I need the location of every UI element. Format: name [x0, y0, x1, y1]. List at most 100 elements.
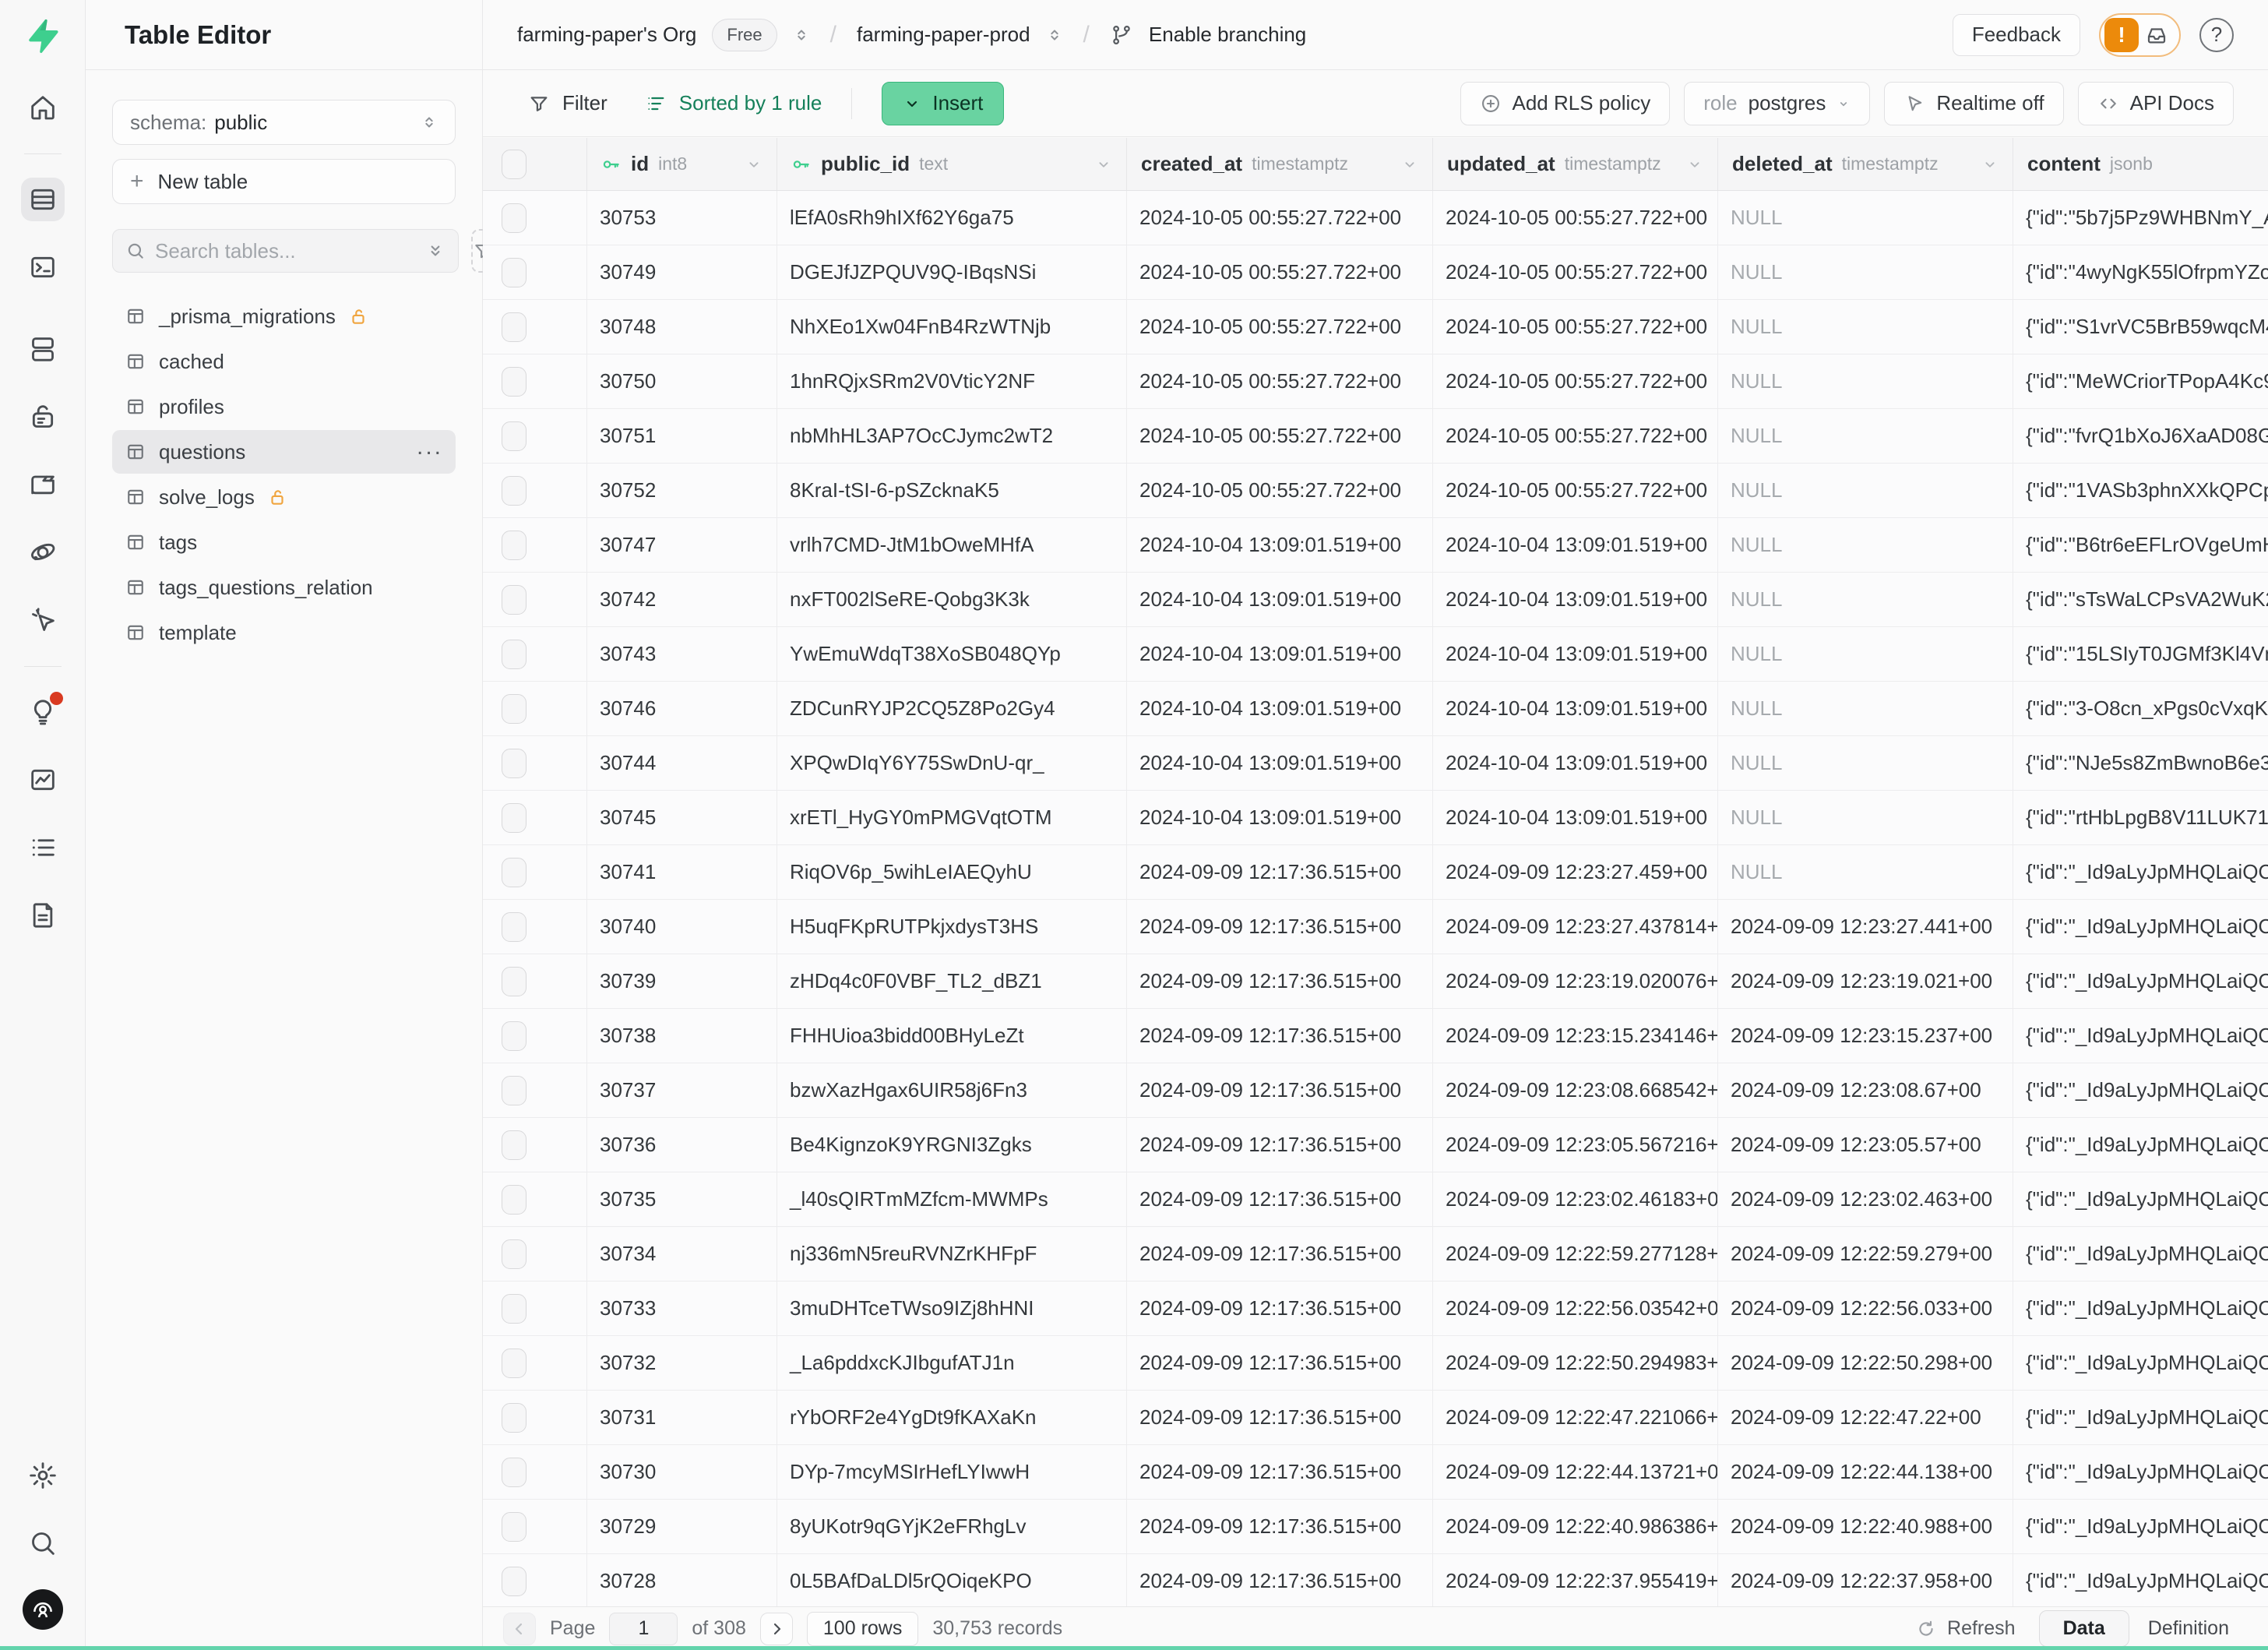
storage-icon[interactable]	[21, 463, 65, 506]
row-checkbox[interactable]	[502, 258, 526, 287]
cell-public-id[interactable]: nxFT002lSeRE-Qobg3K3k	[777, 573, 1127, 626]
row-checkbox[interactable]	[502, 367, 526, 397]
cell-created-at[interactable]: 2024-10-04 13:09:01.519+00	[1127, 573, 1433, 626]
cell-updated-at[interactable]: 2024-09-09 12:23:02.46183+00	[1433, 1172, 1718, 1226]
table-row[interactable]: 30730 DYp-7mcyMSIrHefLYIwwH 2024-09-09 1…	[483, 1445, 2268, 1500]
cell-updated-at[interactable]: 2024-09-09 12:22:40.986386+00	[1433, 1500, 1718, 1553]
cell-public-id[interactable]: 0L5BAfDaLDl5rQOiqeKPO	[777, 1554, 1127, 1606]
search-tables-input[interactable]	[155, 239, 416, 263]
cell-content[interactable]: {"id":"1VASb3phnXXkQPCpv	[2013, 464, 2268, 517]
cell-created-at[interactable]: 2024-09-09 12:17:36.515+00	[1127, 1063, 1433, 1117]
row-checkbox[interactable]	[502, 476, 526, 506]
enable-branching-button[interactable]: Enable branching	[1149, 23, 1306, 47]
home-icon[interactable]	[21, 86, 65, 129]
sql-editor-icon[interactable]	[21, 245, 65, 289]
cell-content[interactable]: {"id":"fvrQ1bXoJ6XaAD08G	[2013, 409, 2268, 463]
cell-content[interactable]: {"id":"_Id9aLyJpMHQLaiQC	[2013, 900, 2268, 954]
cell-public-id[interactable]: 3muDHTceTWso9IZj8hHNI	[777, 1282, 1127, 1335]
auth-icon[interactable]	[21, 395, 65, 439]
column-header[interactable]: content jsonb	[2013, 138, 2268, 190]
cell-created-at[interactable]: 2024-10-04 13:09:01.519+00	[1127, 627, 1433, 681]
cell-created-at[interactable]: 2024-09-09 12:17:36.515+00	[1127, 1009, 1433, 1063]
cell-deleted-at[interactable]: NULL	[1718, 845, 2013, 899]
cell-id[interactable]: 30731	[587, 1391, 777, 1444]
cell-public-id[interactable]: zHDq4c0F0VBF_TL2_dBZ1	[777, 954, 1127, 1008]
cell-created-at[interactable]: 2024-10-05 00:55:27.722+00	[1127, 245, 1433, 299]
row-checkbox[interactable]	[502, 1294, 526, 1324]
cell-deleted-at[interactable]: 2024-09-09 12:22:44.138+00	[1718, 1445, 2013, 1499]
cell-public-id[interactable]: RiqOV6p_5wihLeIAEQyhU	[777, 845, 1127, 899]
cell-updated-at[interactable]: 2024-09-09 12:23:05.567216+00	[1433, 1118, 1718, 1172]
row-checkbox[interactable]	[502, 1021, 526, 1051]
org-name[interactable]: farming-paper's Org	[517, 23, 696, 47]
row-checkbox[interactable]	[502, 858, 526, 887]
cell-public-id[interactable]: YwEmuWdqT38XoSB048QYp	[777, 627, 1127, 681]
cell-deleted-at[interactable]: 2024-09-09 12:23:08.67+00	[1718, 1063, 2013, 1117]
cell-updated-at[interactable]: 2024-09-09 12:23:08.668542+00	[1433, 1063, 1718, 1117]
cell-deleted-at[interactable]: 2024-09-09 12:23:05.57+00	[1718, 1118, 2013, 1172]
cell-content[interactable]: {"id":"_Id9aLyJpMHQLaiQC	[2013, 1500, 2268, 1553]
chevrons-down-icon[interactable]	[425, 241, 446, 261]
cell-content[interactable]: {"id":"4wyNgK55lOfrpmYZo	[2013, 245, 2268, 299]
cell-content[interactable]: {"id":"_Id9aLyJpMHQLaiQC	[2013, 1227, 2268, 1281]
cell-created-at[interactable]: 2024-09-09 12:17:36.515+00	[1127, 1227, 1433, 1281]
column-header[interactable]: deleted_at timestamptz	[1718, 138, 2013, 190]
cell-public-id[interactable]: DYp-7mcyMSIrHefLYIwwH	[777, 1445, 1127, 1499]
cell-created-at[interactable]: 2024-10-05 00:55:27.722+00	[1127, 409, 1433, 463]
cell-id[interactable]: 30736	[587, 1118, 777, 1172]
cell-id[interactable]: 30752	[587, 464, 777, 517]
cell-public-id[interactable]: _La6pddxcKJIbgufATJ1n	[777, 1336, 1127, 1390]
column-menu-chevron-icon[interactable]	[1401, 156, 1418, 173]
table-row[interactable]: 30748 NhXEo1Xw04FnB4RzWTNjb 2024-10-05 0…	[483, 300, 2268, 354]
table-row[interactable]: 30746 ZDCunRYJP2CQ5Z8Po2Gy4 2024-10-04 1…	[483, 682, 2268, 736]
table-row[interactable]: 30733 3muDHTceTWso9IZj8hHNI 2024-09-09 1…	[483, 1282, 2268, 1336]
cell-public-id[interactable]: Be4KignzoK9YRGNI3Zgks	[777, 1118, 1127, 1172]
cell-created-at[interactable]: 2024-09-09 12:17:36.515+00	[1127, 954, 1433, 1008]
filter-button[interactable]: Filter	[528, 91, 608, 115]
cell-id[interactable]: 30743	[587, 627, 777, 681]
row-checkbox[interactable]	[502, 531, 526, 560]
cell-deleted-at[interactable]: NULL	[1718, 245, 2013, 299]
table-editor-icon[interactable]	[21, 178, 65, 221]
cell-created-at[interactable]: 2024-09-09 12:17:36.515+00	[1127, 900, 1433, 954]
rows-per-page-button[interactable]: 100 rows	[807, 1612, 918, 1646]
cell-id[interactable]: 30741	[587, 845, 777, 899]
cell-updated-at[interactable]: 2024-09-09 12:22:37.955419+00	[1433, 1554, 1718, 1606]
table-row[interactable]: 30739 zHDq4c0F0VBF_TL2_dBZ1 2024-09-09 1…	[483, 954, 2268, 1009]
row-checkbox[interactable]	[502, 912, 526, 942]
cell-id[interactable]: 30730	[587, 1445, 777, 1499]
cell-deleted-at[interactable]: NULL	[1718, 300, 2013, 354]
realtime-icon[interactable]	[21, 598, 65, 642]
cell-deleted-at[interactable]: 2024-09-09 12:22:37.958+00	[1718, 1554, 2013, 1606]
cell-deleted-at[interactable]: NULL	[1718, 791, 2013, 844]
cell-updated-at[interactable]: 2024-09-09 12:23:15.234146+00	[1433, 1009, 1718, 1063]
row-checkbox[interactable]	[502, 1185, 526, 1215]
next-page-button[interactable]	[760, 1613, 793, 1645]
cell-id[interactable]: 30739	[587, 954, 777, 1008]
project-name[interactable]: farming-paper-prod	[857, 23, 1030, 47]
cell-deleted-at[interactable]: 2024-09-09 12:23:02.463+00	[1718, 1172, 2013, 1226]
cell-deleted-at[interactable]: NULL	[1718, 627, 2013, 681]
cell-updated-at[interactable]: 2024-10-05 00:55:27.722+00	[1433, 409, 1718, 463]
column-menu-chevron-icon[interactable]	[1095, 156, 1112, 173]
row-checkbox[interactable]	[502, 749, 526, 778]
table-row[interactable]: 30749 DGEJfJZPQUV9Q-IBqsNSi 2024-10-05 0…	[483, 245, 2268, 300]
cell-content[interactable]: {"id":"NJe5s8ZmBwnoB6e3s	[2013, 736, 2268, 790]
table-row[interactable]: 30747 vrlh7CMD-JtM1bOweMHfA 2024-10-04 1…	[483, 518, 2268, 573]
column-menu-chevron-icon[interactable]	[1686, 156, 1703, 173]
user-avatar[interactable]	[23, 1589, 63, 1630]
cell-public-id[interactable]: bzwXazHgax6UIR58j6Fn3	[777, 1063, 1127, 1117]
cell-content[interactable]: {"id":"3-O8cn_xPgs0cVxqKB	[2013, 682, 2268, 735]
table-row[interactable]: 30732 _La6pddxcKJIbgufATJ1n 2024-09-09 1…	[483, 1336, 2268, 1391]
sidebar-table-item[interactable]: profiles	[112, 385, 456, 428]
column-header[interactable]: updated_at timestamptz	[1433, 138, 1718, 190]
cell-updated-at[interactable]: 2024-09-09 12:23:27.437814+00	[1433, 900, 1718, 954]
cell-updated-at[interactable]: 2024-10-04 13:09:01.519+00	[1433, 682, 1718, 735]
table-row[interactable]: 30742 nxFT002lSeRE-Qobg3K3k 2024-10-04 1…	[483, 573, 2268, 627]
row-checkbox[interactable]	[502, 1130, 526, 1160]
cell-id[interactable]: 30740	[587, 900, 777, 954]
cell-content[interactable]: {"id":"_Id9aLyJpMHQLaiQC	[2013, 1282, 2268, 1335]
api-docs-button[interactable]: API Docs	[2078, 82, 2234, 125]
table-row[interactable]: 30731 rYbORF2e4YgDt9fKAXaKn 2024-09-09 1…	[483, 1391, 2268, 1445]
cell-created-at[interactable]: 2024-09-09 12:17:36.515+00	[1127, 1118, 1433, 1172]
